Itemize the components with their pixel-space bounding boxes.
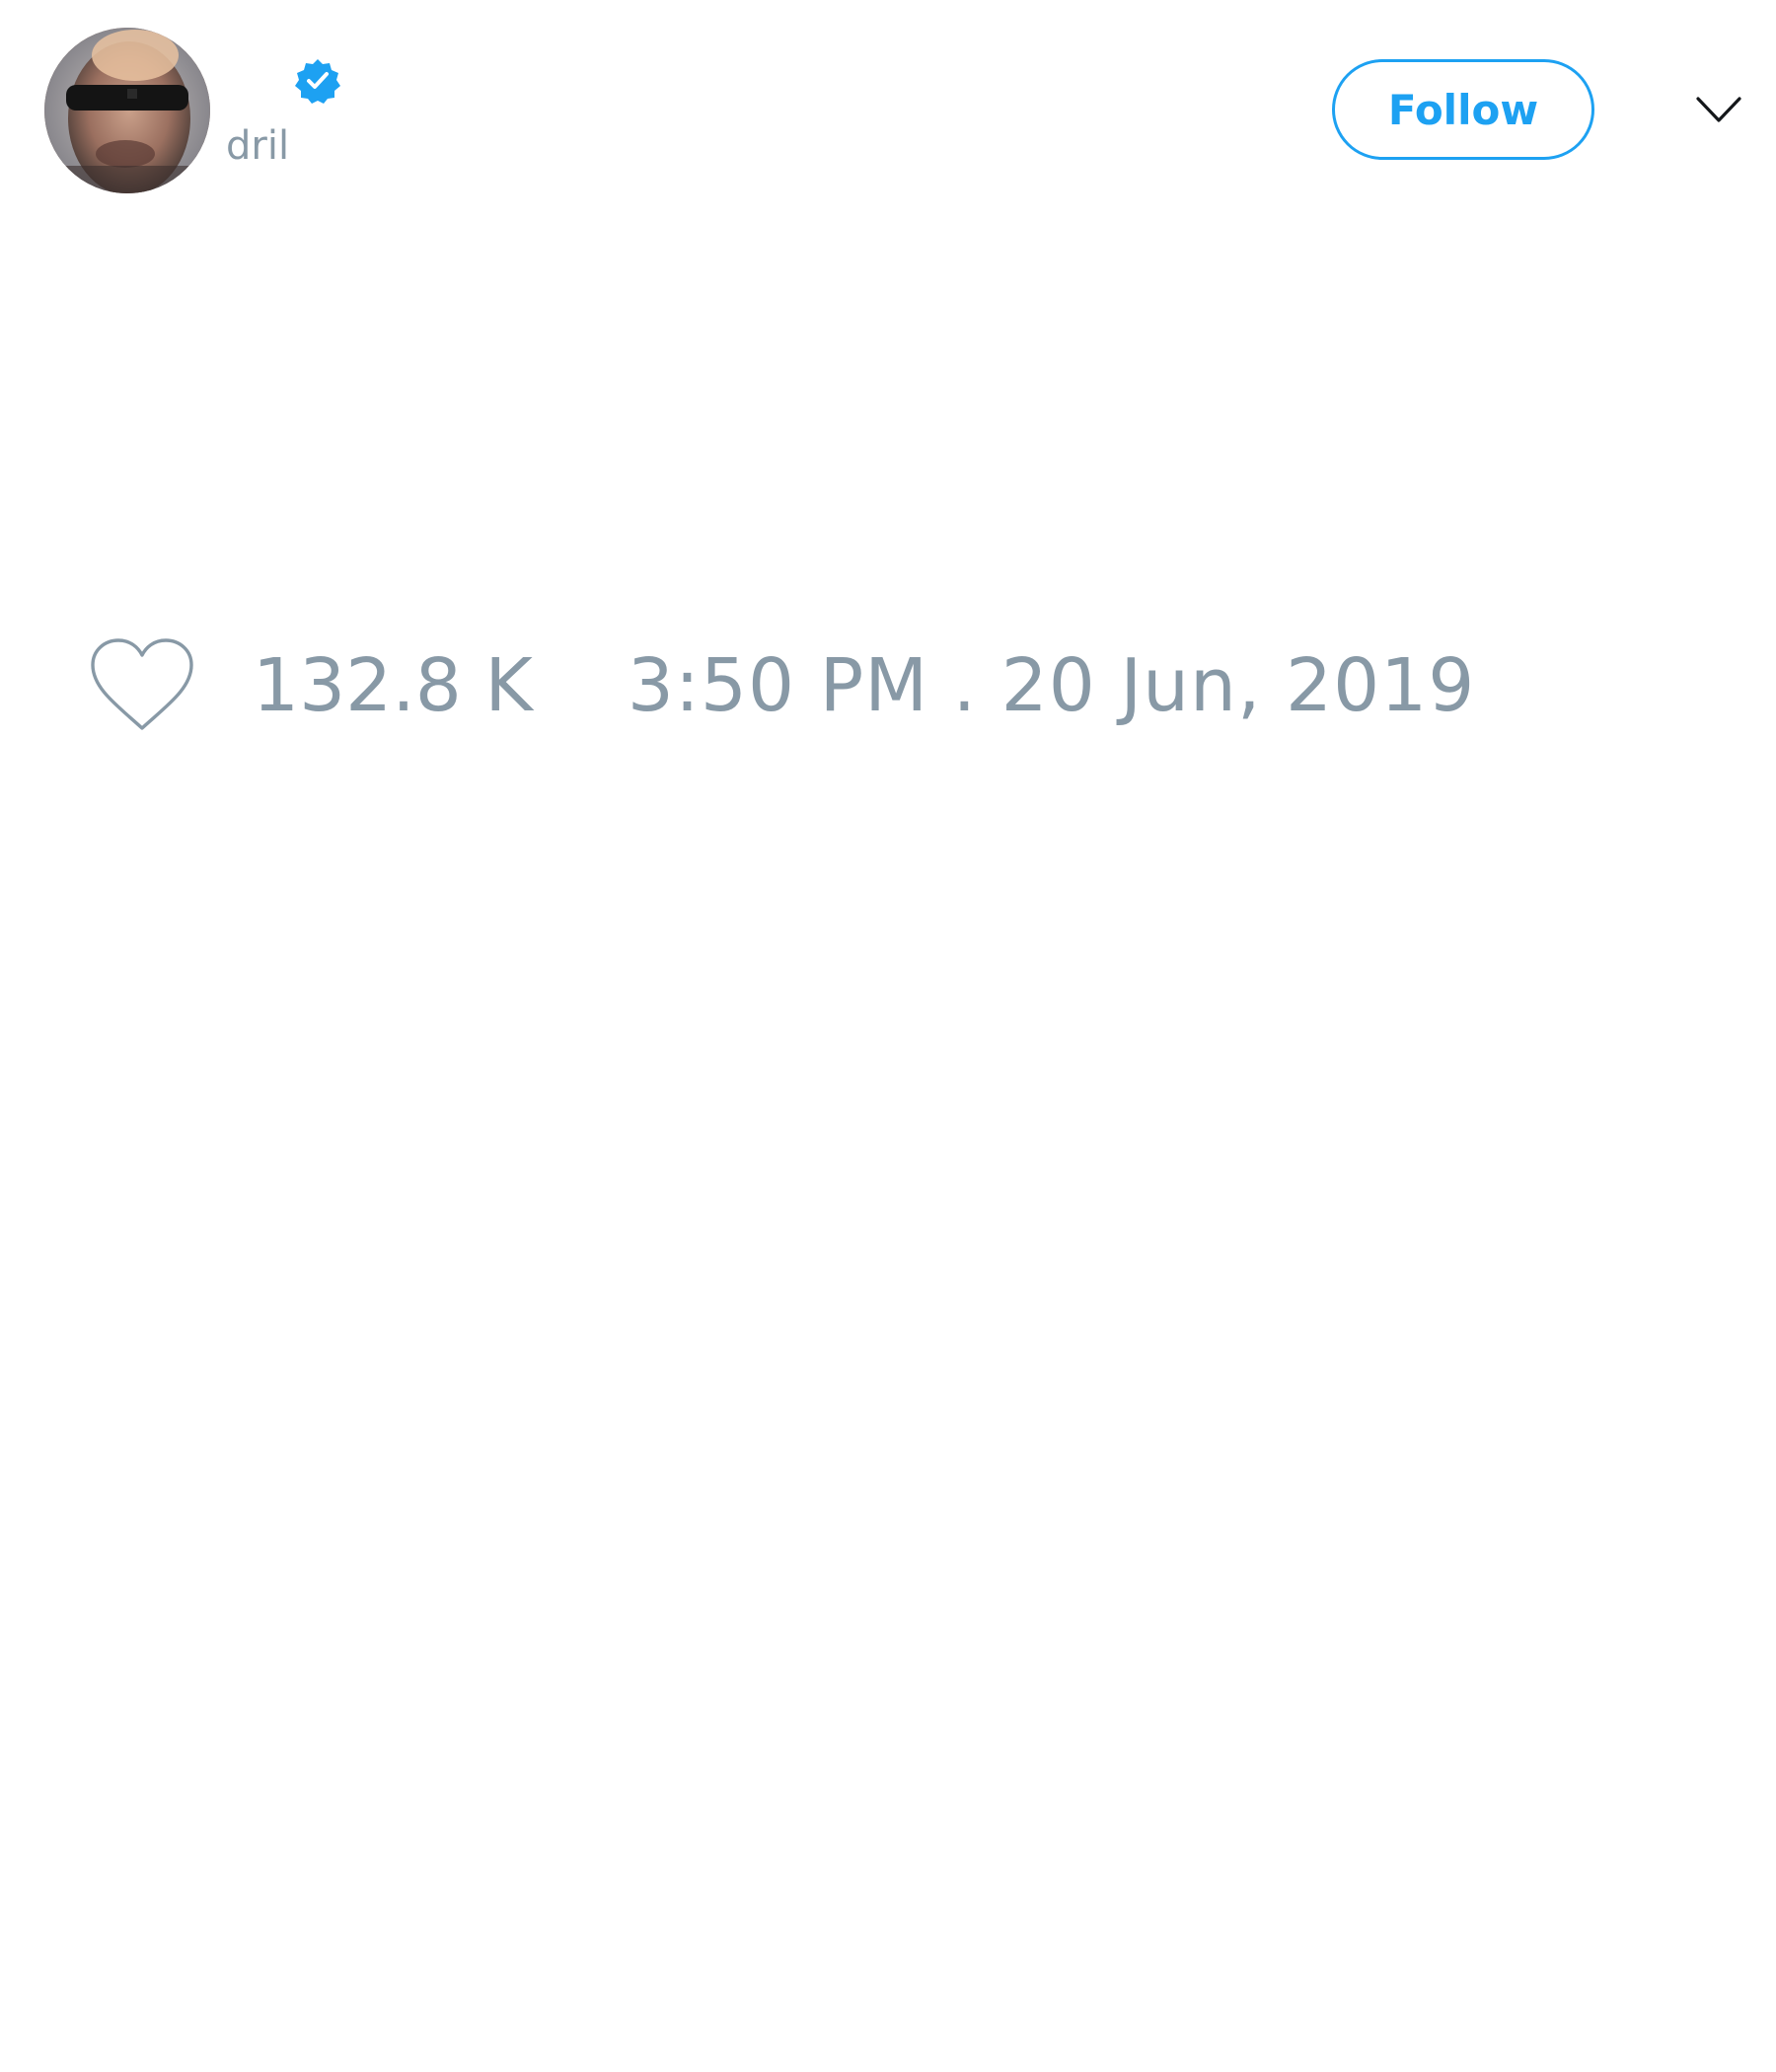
like-count: 132.8 K bbox=[253, 643, 533, 728]
follow-button[interactable]: Follow bbox=[1332, 59, 1594, 160]
tweet-timestamp[interactable]: 3:50 PM . 20 Jun, 2019 bbox=[628, 649, 1475, 722]
profile-photo bbox=[44, 28, 210, 193]
tweet-meta-row: 132.8 K 3:50 PM . 20 Jun, 2019 bbox=[89, 631, 1475, 740]
tweet-header: dril Follow bbox=[0, 0, 1776, 227]
chevron-down-icon[interactable] bbox=[1695, 91, 1742, 130]
verified-badge-icon bbox=[295, 59, 340, 104]
author-handle[interactable]: dril bbox=[226, 126, 289, 166]
heart-icon[interactable] bbox=[89, 637, 195, 734]
avatar[interactable] bbox=[44, 28, 210, 193]
